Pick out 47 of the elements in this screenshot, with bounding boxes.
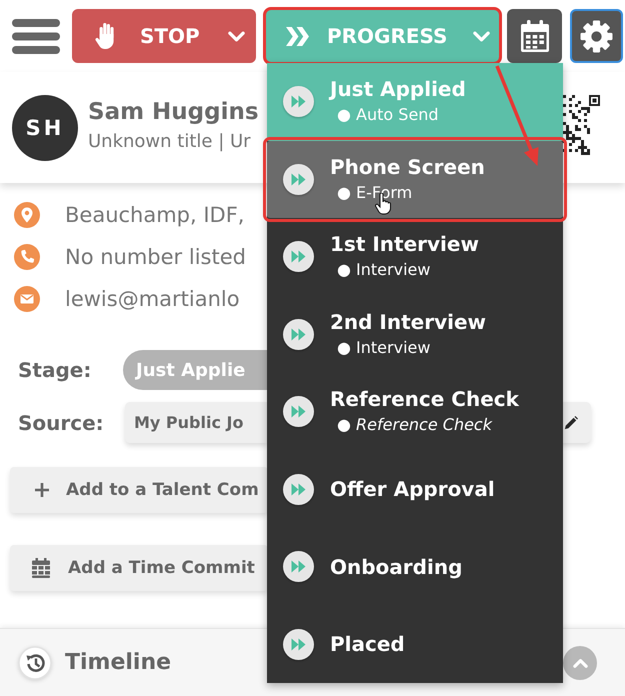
fast-forward-icon — [283, 396, 314, 428]
stage-option[interactable]: Phone Screen ● E-Form — [267, 140, 563, 218]
history-icon[interactable] — [18, 646, 52, 680]
settings-button[interactable] — [570, 9, 623, 63]
timeline-title: Timeline — [65, 650, 172, 675]
stage-option[interactable]: Placed — [267, 606, 563, 683]
add-time-commitment-button[interactable]: Add a Time Commit — [10, 545, 268, 591]
stage-option[interactable]: Onboarding — [267, 528, 563, 606]
initials-avatar: SH — [12, 94, 78, 160]
location-text: Beauchamp, IDF, — [65, 203, 244, 227]
calendar-icon — [32, 558, 50, 578]
candidate-name: Sam Huggins — [88, 98, 259, 126]
raised-hand-icon — [95, 22, 115, 50]
double-chevron-icon — [285, 26, 310, 46]
pencil-icon — [564, 416, 578, 430]
fast-forward-icon — [283, 474, 314, 505]
stage-option[interactable]: 2nd Interview ● Interview — [267, 296, 563, 373]
source-field[interactable]: My Public Jo — [125, 402, 268, 443]
stage-option[interactable]: Offer Approval — [267, 450, 563, 528]
plus-icon — [35, 483, 49, 497]
location-pin-icon — [14, 202, 40, 228]
caret-icon — [228, 30, 245, 42]
email-text: lewis@martianlo — [65, 287, 240, 311]
chevron-up-icon — [572, 658, 588, 668]
fast-forward-icon — [283, 318, 314, 350]
envelope-icon — [14, 286, 40, 312]
qr-code-icon — [563, 94, 600, 154]
add-to-talent-community-button[interactable]: Add to a Talent Com — [10, 467, 268, 513]
calendar-button[interactable] — [507, 9, 562, 63]
stop-button[interactable]: STOP — [72, 9, 256, 63]
fast-forward-icon — [283, 164, 314, 195]
source-label: Source: — [17, 410, 105, 434]
fast-forward-icon — [283, 241, 314, 272]
candidate-title: Unknown title | Ur — [88, 130, 252, 154]
settings-icon — [580, 20, 613, 52]
fast-forward-icon — [283, 86, 314, 118]
calendar-icon — [520, 20, 550, 52]
stage-badge: Just Applie — [123, 350, 268, 390]
stage-option[interactable]: 1st Interview ● Interview — [267, 218, 563, 296]
stage-option[interactable]: Reference Check ● Reference Check — [267, 373, 563, 450]
fast-forward-icon — [283, 551, 314, 582]
stage-label: Stage: — [17, 358, 92, 382]
fast-forward-icon — [283, 628, 314, 660]
caret-icon — [473, 30, 490, 42]
phone-icon — [14, 244, 40, 270]
phone-text: No number listed — [65, 245, 246, 269]
menu-icon[interactable] — [12, 17, 60, 55]
